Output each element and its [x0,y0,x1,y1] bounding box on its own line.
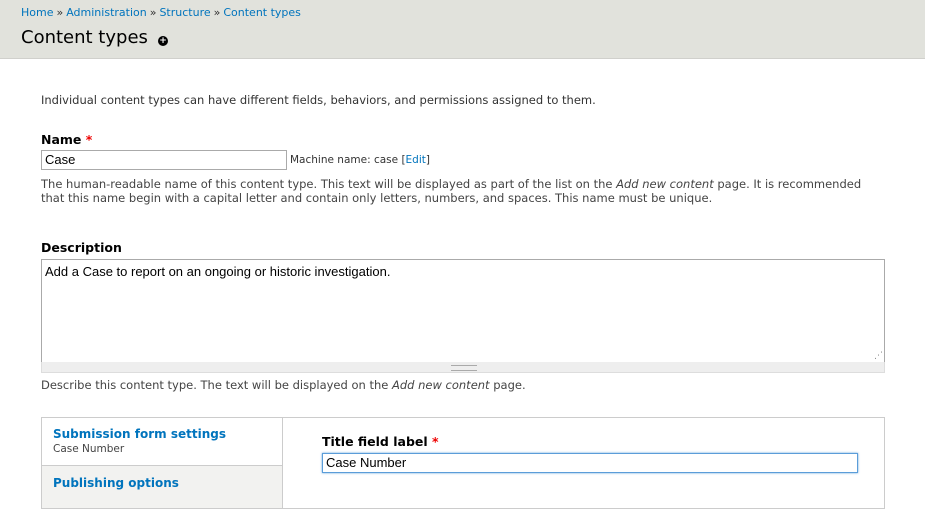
description-label: Description [41,240,122,255]
breadcrumb-content-types[interactable]: Content types [223,6,301,19]
required-mark: * [432,434,439,449]
description-help: Describe this content type. The text wil… [41,378,526,392]
required-mark: * [85,132,93,147]
vertical-tab-list: Submission form settings Case Number Pub… [42,418,283,508]
breadcrumb-structure[interactable]: Structure [159,6,210,19]
vertical-tab-title[interactable]: Submission form settings [53,427,282,441]
breadcrumb-administration[interactable]: Administration [66,6,147,19]
grip-handle-icon [451,365,477,371]
title-field-label-text: Title field label [322,434,428,449]
name-help: The human-readable name of this content … [41,177,862,205]
vertical-tab-submission-form-settings[interactable]: Submission form settings Case Number [42,418,282,466]
breadcrumb-home[interactable]: Home [21,6,53,19]
machine-name-text: Machine name: case [290,154,399,166]
textarea-resize-grip[interactable] [41,362,885,373]
breadcrumb-separator: » [149,6,157,19]
intro-text: Individual content types can have differ… [41,93,596,107]
description-textarea[interactable]: Add a Case to report on an ongoing or hi… [41,259,885,372]
breadcrumb-separator: » [213,6,221,19]
machine-name-edit-link[interactable]: Edit [406,154,426,166]
resize-corner-icon[interactable]: ⋰ [874,352,883,361]
vertical-tab-summary: Case Number [53,443,125,455]
name-label: Name * [41,132,92,147]
page-title: Content types [21,27,148,48]
plus-circle-icon[interactable]: + [158,36,168,46]
title-field-input[interactable]: Case Number [322,453,858,473]
machine-name: Machine name: case [Edit] [290,154,430,166]
page-header: Home» Administration» Structure» Content ty… [0,0,925,59]
name-label-text: Name [41,132,82,147]
vertical-tab-title[interactable]: Publishing options [53,476,282,490]
name-input[interactable]: Case [41,150,287,170]
breadcrumb: Home» Administration» Structure» Content ty… [21,6,301,19]
title-field-label: Title field label * [322,434,439,449]
vertical-tab-publishing-options[interactable]: Publishing options [42,466,282,508]
breadcrumb-separator: » [56,6,64,19]
